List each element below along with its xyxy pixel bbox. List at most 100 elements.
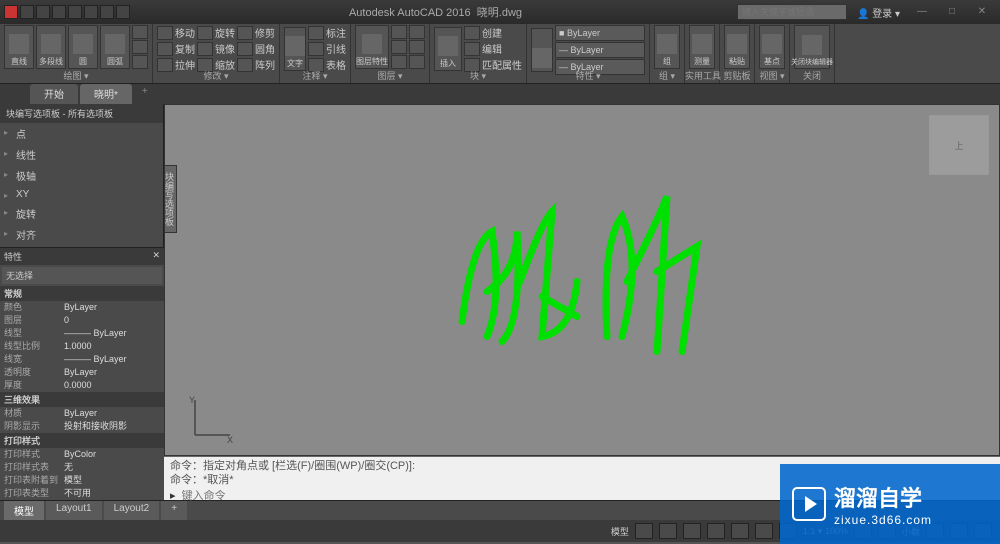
measure-tool[interactable]: 测量 <box>689 25 715 69</box>
svg-text:X: X <box>227 435 233 445</box>
sb-osnap[interactable] <box>731 523 749 539</box>
qat-new[interactable] <box>20 5 34 19</box>
sb-mode[interactable]: 模型 <box>611 525 629 538</box>
minimize-button[interactable]: — <box>910 5 934 19</box>
mirror-tool[interactable] <box>197 42 213 56</box>
layout-model[interactable]: 模型 <box>4 501 44 520</box>
maximize-button[interactable]: □ <box>940 5 964 19</box>
line-tool[interactable]: 直线 <box>4 25 34 69</box>
play-icon <box>792 487 826 521</box>
text-tool[interactable]: 文字 <box>284 27 306 71</box>
paste-tool[interactable]: 粘贴 <box>724 25 750 69</box>
param-polar[interactable]: 极轴 <box>0 165 163 186</box>
draw-sm1[interactable] <box>132 25 148 39</box>
param-xy[interactable]: XY <box>0 186 163 203</box>
layout-1[interactable]: Layout1 <box>46 501 102 520</box>
props-title: 特性 <box>4 250 22 263</box>
sb-otrack[interactable] <box>755 523 773 539</box>
ribbon-panel-view: 视图 ▾ <box>755 69 789 82</box>
layer-props-tool[interactable]: 图层特性 <box>355 25 389 69</box>
ribbon-panel-block: 块 ▾ <box>430 69 526 82</box>
base-tool[interactable]: 基点 <box>759 25 785 69</box>
new-tab-button[interactable]: + <box>134 84 156 104</box>
match-props-tool[interactable] <box>531 28 553 72</box>
qat-save[interactable] <box>52 5 66 19</box>
leader-tool[interactable] <box>308 42 324 56</box>
trim-tool[interactable] <box>237 26 253 40</box>
qat-saveas[interactable] <box>68 5 82 19</box>
block-palette: 块编写选项板 - 所有选项板 点 线性 极轴 XY 旋转 对齐 翻转 可见性 查… <box>0 104 164 247</box>
arc-tool[interactable]: 圆弧 <box>100 25 130 69</box>
layer-sm3[interactable] <box>391 55 407 69</box>
sb-polar[interactable] <box>707 523 725 539</box>
window-title: Autodesk AutoCAD 2016 晓明.dwg <box>134 4 737 20</box>
qat-undo[interactable] <box>100 5 114 19</box>
app-menu-button[interactable] <box>4 5 18 19</box>
layer-sm6[interactable] <box>409 55 425 69</box>
color-combo[interactable]: ■ ByLayer <box>555 25 645 41</box>
param-linear[interactable]: 线性 <box>0 144 163 165</box>
qat-print[interactable] <box>84 5 98 19</box>
quick-access-toolbar <box>0 3 134 21</box>
move-tool[interactable] <box>157 26 173 40</box>
viewcube[interactable]: 上 <box>929 115 989 175</box>
close-block-editor[interactable]: 关闭块编辑器 <box>794 25 830 69</box>
drawing-canvas[interactable]: 块编写选项板 上 YX <box>164 104 1000 456</box>
layer-sm4[interactable] <box>409 25 425 39</box>
layout-add[interactable]: + <box>161 501 187 520</box>
document-tabs: 开始 晓明* + <box>0 84 1000 104</box>
ribbon-panel-layers: 图层 ▾ <box>351 69 429 82</box>
svg-text:Y: Y <box>189 395 195 405</box>
ribbon-panel-props: 特性 ▾ <box>527 69 649 82</box>
ribbon-panel-clip: 剪贴板 <box>720 69 754 82</box>
titlebar: Autodesk AutoCAD 2016 晓明.dwg 👤 登录 ▾ — □ … <box>0 0 1000 24</box>
sb-grid[interactable] <box>635 523 653 539</box>
sb-snap[interactable] <box>659 523 677 539</box>
cmd-input[interactable] <box>182 490 382 502</box>
copy-tool[interactable] <box>157 42 173 56</box>
layer-sm5[interactable] <box>409 40 425 54</box>
ribbon-panel-close: 关闭 <box>790 69 834 82</box>
tab-start[interactable]: 开始 <box>30 84 78 104</box>
close-button[interactable]: ✕ <box>970 5 994 19</box>
ribbon-panel-utils: 实用工具 <box>685 69 719 82</box>
param-rotation[interactable]: 旋转 <box>0 203 163 224</box>
login-button[interactable]: 👤 登录 ▾ <box>857 5 900 20</box>
palette-vertical-tab[interactable]: 块编写选项板 <box>164 165 177 233</box>
sb-ortho[interactable] <box>683 523 701 539</box>
param-point[interactable]: 点 <box>0 123 163 144</box>
watermark: 溜溜自学zixue.3d66.com <box>780 464 1000 544</box>
lineweight-combo[interactable]: — ByLayer <box>555 42 645 58</box>
qat-open[interactable] <box>36 5 50 19</box>
props-selection[interactable]: 无选择 <box>2 267 162 284</box>
props-sec-3d: 三维效果 <box>0 392 164 407</box>
circle-tool[interactable]: 圆 <box>68 25 98 69</box>
draw-sm2[interactable] <box>132 40 148 54</box>
palette-header: 块编写选项板 - 所有选项板 <box>0 104 163 123</box>
props-sec-general: 常规 <box>0 286 164 301</box>
ribbon-panel-draw: 绘图 ▾ <box>0 69 152 82</box>
layer-sm1[interactable] <box>391 25 407 39</box>
insert-tool[interactable]: 插入 <box>434 27 462 71</box>
param-flip[interactable]: 翻转 <box>0 245 163 247</box>
fillet-tool[interactable] <box>237 42 253 56</box>
edit-block[interactable] <box>464 42 480 56</box>
ribbon-panel-group: 组 ▾ <box>650 69 684 82</box>
help-search-input[interactable] <box>737 4 847 20</box>
qat-redo[interactable] <box>116 5 130 19</box>
tab-active-doc[interactable]: 晓明* <box>80 84 132 104</box>
create-block[interactable] <box>464 26 480 40</box>
drawing-content <box>442 182 722 365</box>
polyline-tool[interactable]: 多段线 <box>36 25 66 69</box>
group-tool[interactable]: 组 <box>654 25 680 69</box>
draw-sm3[interactable] <box>132 55 148 69</box>
dim-tool[interactable] <box>308 26 324 40</box>
layout-2[interactable]: Layout2 <box>104 501 160 520</box>
rotate-tool[interactable] <box>197 26 213 40</box>
props-sec-print: 打印样式 <box>0 433 164 448</box>
param-alignment[interactable]: 对齐 <box>0 224 163 245</box>
ribbon: 直线 多段线 圆 圆弧 绘图 ▾ 移动旋转修剪 复制镜像圆角 拉伸缩放阵列 修改… <box>0 24 1000 84</box>
layer-sm2[interactable] <box>391 40 407 54</box>
ucs-icon[interactable]: YX <box>185 395 235 445</box>
properties-palette: 特性✕ 无选择 常规 颜色ByLayer 图层0 线型——— ByLayer 线… <box>0 247 164 500</box>
